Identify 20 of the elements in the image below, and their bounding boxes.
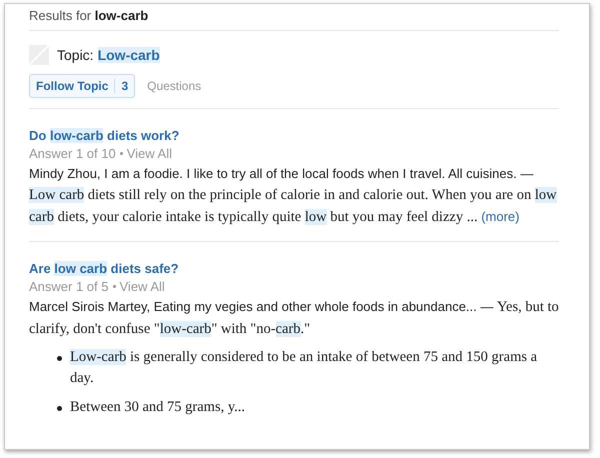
more-link[interactable]: (more) — [481, 209, 520, 224]
answer-count: Answer 1 of 10 — [29, 146, 116, 161]
answer-snippet: Marcel Sirois Martey, Eating my vegies and other whole foods in abundance... — Yes, but to clarify, don't confuse "low-carb" with "no-carb." — [29, 298, 559, 339]
follow-topic-button[interactable]: Follow Topic 3 — [29, 74, 136, 98]
bullet-text: Between 30 and 75 grams, y... — [70, 398, 246, 417]
questions-link[interactable]: Questions — [147, 79, 202, 93]
question-title-link[interactable]: Are low carb diets safe? — [29, 261, 559, 276]
separator-dot-icon — [112, 285, 116, 288]
bullet-text: Low-carb is generally considered to be an intake of between 75 and 150 grams a day. — [70, 348, 538, 388]
view-all-link[interactable]: View All — [126, 146, 172, 161]
follower-count: 3 — [114, 79, 128, 93]
view-all-link[interactable]: View All — [120, 279, 165, 294]
topic-link[interactable]: Low-carb — [98, 47, 160, 63]
bullet-icon — [57, 406, 62, 411]
question-title-link[interactable]: Do low-carb diets work? — [29, 128, 559, 143]
separator-dot-icon — [120, 152, 123, 155]
results-heading: Results for low-carb — [29, 7, 150, 25]
bullet-icon — [57, 356, 62, 361]
topic-label: Topic: — [57, 47, 94, 63]
answer-count: Answer 1 of 5 — [29, 279, 108, 294]
